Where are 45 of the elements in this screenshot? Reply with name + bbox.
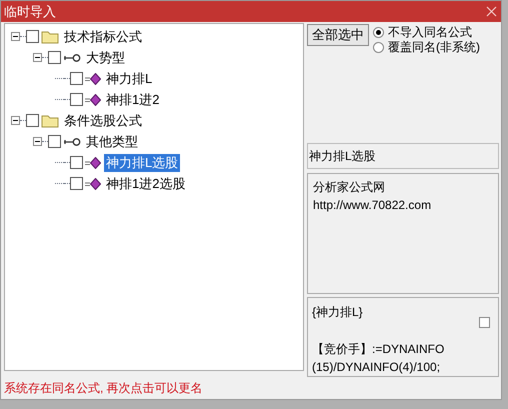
- key-icon: [63, 52, 81, 62]
- radio-label: 不导入同名公式: [388, 24, 472, 40]
- tree-item[interactable]: 大势型: [84, 48, 127, 66]
- tree-item[interactable]: 神力排L: [104, 70, 154, 88]
- folder-icon: [41, 114, 59, 128]
- close-icon[interactable]: [486, 6, 497, 17]
- collapse-icon[interactable]: [33, 137, 42, 146]
- radio-button[interactable]: [373, 42, 384, 52]
- diamond-icon: [85, 156, 101, 168]
- tree-item[interactable]: 技术指标公式: [62, 28, 144, 46]
- status-text: 系统存在同名公式, 再次点击可以更名: [4, 380, 203, 397]
- collapse-icon[interactable]: [33, 53, 42, 62]
- collapse-icon[interactable]: [11, 32, 20, 41]
- tree-item[interactable]: 神力排L选股: [104, 154, 180, 172]
- folder-icon: [41, 30, 59, 44]
- description-box[interactable]: 分析家公式网 http://www.70822.com: [307, 172, 499, 294]
- select-all-button[interactable]: 全部选中: [307, 24, 369, 46]
- checkbox[interactable]: [26, 114, 39, 127]
- checkbox[interactable]: [479, 316, 490, 328]
- tree-item[interactable]: 神排1进2选股: [104, 174, 188, 192]
- description-text: 分析家公式网: [313, 178, 386, 196]
- diamond-icon: [85, 72, 101, 84]
- description-text: http://www.70822.com: [313, 196, 432, 214]
- key-icon: [63, 136, 81, 146]
- diamond-icon: [85, 94, 101, 106]
- collapse-icon[interactable]: [11, 116, 20, 125]
- tree-item[interactable]: 其他类型: [84, 132, 140, 150]
- code-line: (15)/DYNAINFO(4)/100;: [312, 358, 442, 376]
- code-line: 【竞价手】:=DYNAINFO: [312, 340, 446, 358]
- diamond-icon: [85, 178, 101, 190]
- checkbox[interactable]: [70, 156, 83, 169]
- checkbox[interactable]: [70, 93, 83, 106]
- code-box[interactable]: {神力排L} 【竞价手】:=DYNAINFO (15)/DYNAINFO(4)/100;: [307, 296, 499, 377]
- tree-item[interactable]: 条件选股公式: [62, 112, 144, 130]
- checkbox[interactable]: [70, 72, 83, 85]
- tree-item[interactable]: 神排1进2: [104, 90, 162, 108]
- code-title: {神力排L}: [312, 304, 364, 320]
- checkbox[interactable]: [48, 51, 61, 64]
- name-field[interactable]: 神力排L选股: [307, 143, 499, 169]
- checkbox[interactable]: [26, 30, 39, 43]
- radio-label: 覆盖同名(非系统): [388, 39, 480, 56]
- checkbox[interactable]: [70, 177, 83, 190]
- window-title: 临时导入: [4, 2, 56, 21]
- radio-button[interactable]: [373, 26, 384, 38]
- checkbox[interactable]: [48, 135, 61, 148]
